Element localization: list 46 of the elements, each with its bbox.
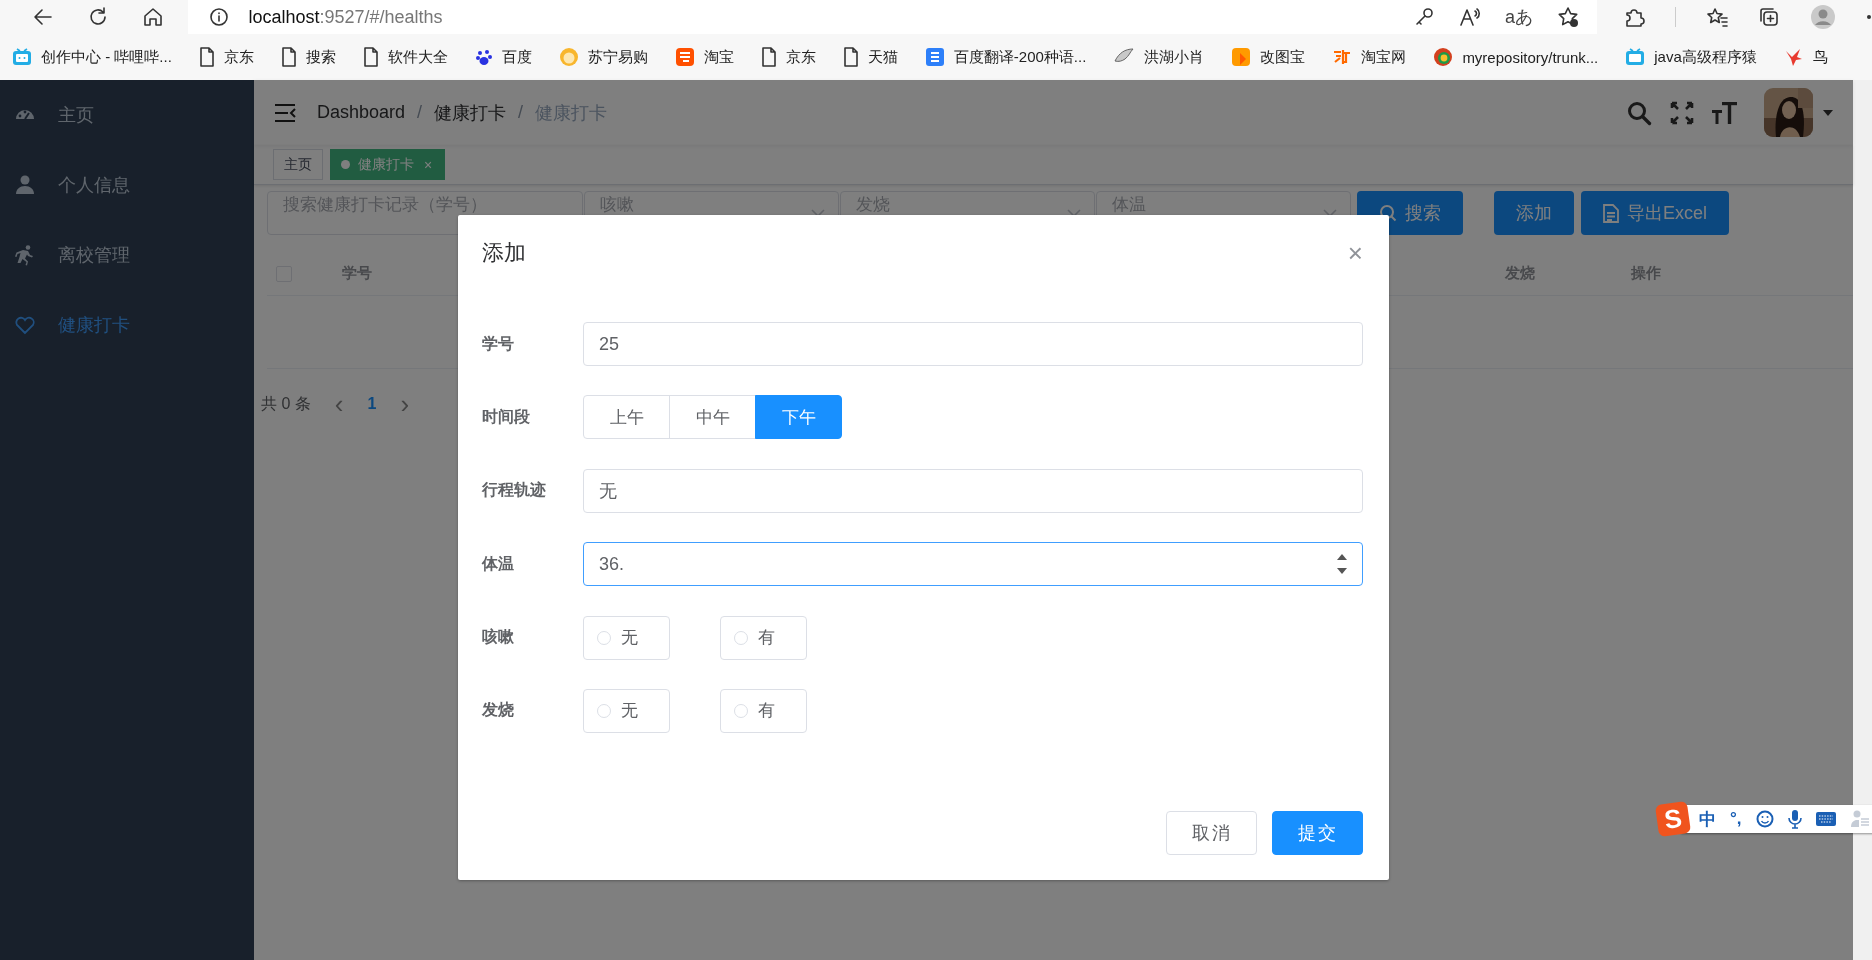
- bookmark[interactable]: 创作中心 - 哔哩哔...: [12, 47, 172, 67]
- field-label: 咳嗽: [482, 627, 515, 648]
- bookmark[interactable]: 淘宝网: [1332, 47, 1407, 67]
- ime-punctuation[interactable]: °,: [1730, 809, 1742, 829]
- bookmark[interactable]: 苏宁易购: [558, 47, 648, 67]
- breadcrumb-item[interactable]: Dashboard: [317, 102, 406, 123]
- field-label: 行程轨迹: [482, 480, 547, 501]
- segment-button[interactable]: 中午: [669, 395, 756, 440]
- field-label: 发烧: [482, 700, 515, 721]
- bookmark[interactable]: 淘宝: [674, 47, 734, 67]
- dialog-title: 添加: [482, 239, 526, 267]
- bookmark[interactable]: 天猫: [842, 47, 898, 67]
- bookmark[interactable]: myrepository/trunk...: [1433, 47, 1599, 67]
- field-label: 时间段: [482, 406, 531, 427]
- bookmark[interactable]: 鸟: [1783, 47, 1828, 67]
- field-label: 学号: [482, 333, 515, 354]
- ime-mode[interactable]: 中: [1699, 807, 1716, 831]
- input-field[interactable]: 25: [583, 322, 1363, 366]
- total-count: 共 0 条: [261, 393, 311, 414]
- bookmark[interactable]: 搜索: [280, 47, 336, 67]
- bookmark[interactable]: 京东: [198, 47, 254, 67]
- address-bar[interactable]: localhost:9527/#/healths aあ: [188, 0, 1597, 34]
- breadcrumb-item[interactable]: 健康打卡: [434, 100, 507, 125]
- address-text: localhost:9527/#/healths: [248, 6, 443, 28]
- breadcrumb-separator: /: [417, 102, 423, 123]
- field-label: 体温: [482, 553, 515, 574]
- radio-button[interactable]: 有: [720, 615, 807, 660]
- input-field[interactable]: 无: [583, 468, 1363, 513]
- bookmark[interactable]: 改图宝: [1231, 47, 1306, 67]
- page-tag[interactable]: 主页: [273, 149, 323, 180]
- radio-button[interactable]: 无: [583, 615, 670, 660]
- bookmark[interactable]: 软件大全: [362, 47, 448, 67]
- number-field[interactable]: 36.: [583, 542, 1363, 587]
- radio-button[interactable]: 无: [583, 688, 670, 733]
- bookmark[interactable]: 百度翻译-200种语...: [924, 47, 1087, 67]
- radio-button[interactable]: 有: [720, 688, 807, 733]
- segment-button[interactable]: 上午: [583, 395, 670, 440]
- breadcrumb-separator: /: [518, 102, 524, 123]
- bookmark[interactable]: 洪湖小肖: [1113, 47, 1205, 67]
- bookmark[interactable]: java高级程序猿: [1625, 47, 1757, 67]
- translate-icon[interactable]: aあ: [1504, 5, 1533, 29]
- bookmark[interactable]: 百度: [474, 47, 532, 67]
- cancel-button[interactable]: 取消: [1166, 811, 1257, 855]
- submit-button[interactable]: 提交: [1272, 811, 1363, 855]
- segment-button[interactable]: 下午: [755, 395, 842, 440]
- bookmark[interactable]: 京东: [760, 47, 816, 67]
